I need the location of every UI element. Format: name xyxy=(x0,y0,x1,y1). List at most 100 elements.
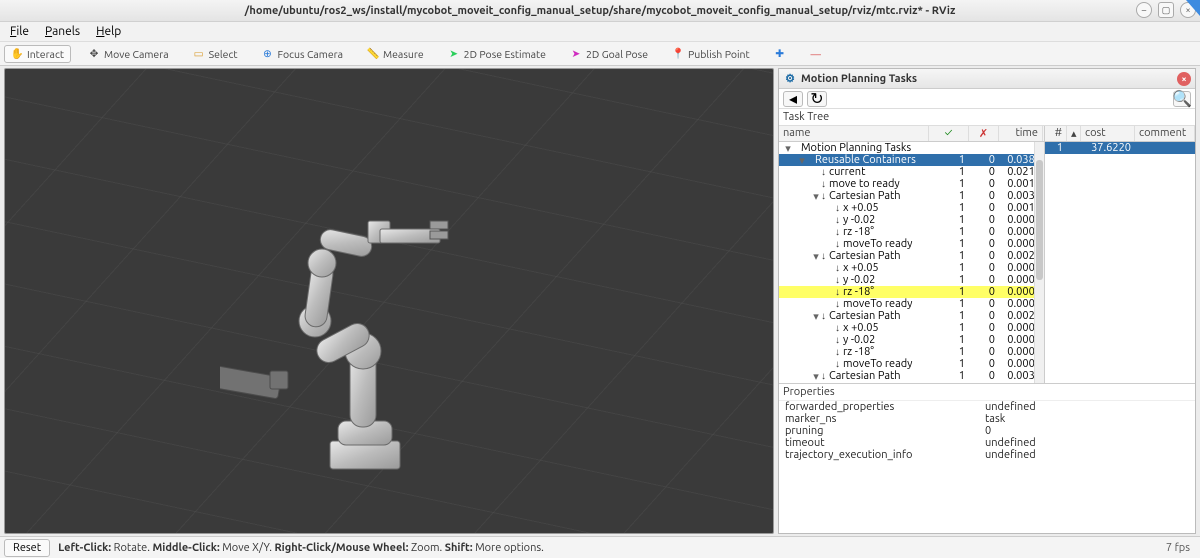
expander-icon[interactable]: ▾ xyxy=(811,250,821,263)
property-row[interactable]: trajectory_execution_infoundefined xyxy=(779,449,1195,461)
minus-icon: — xyxy=(810,48,822,60)
plus-icon: ✚ xyxy=(774,48,786,60)
task-row[interactable]: ↓ x +0.05100.0009 xyxy=(779,322,1044,334)
tool-2d-goal-pose[interactable]: ➤ 2D Goal Pose xyxy=(563,45,655,63)
task-row[interactable]: ↓ rz -18°100.0008 xyxy=(779,226,1044,238)
task-row[interactable]: ↓ current100.0211 xyxy=(779,166,1044,178)
col-ok[interactable]: ✓ xyxy=(929,126,969,141)
tool-add[interactable]: ✚ xyxy=(767,45,793,63)
task-row[interactable]: ↓ rz -18°100.0007 xyxy=(779,286,1044,298)
task-row[interactable]: ▾↓ Cartesian Path100.0028 xyxy=(779,310,1044,322)
refresh-icon: ↻ xyxy=(810,89,823,108)
tool-move-camera[interactable]: ✥ Move Camera xyxy=(81,45,176,63)
scroll-thumb[interactable] xyxy=(1036,160,1043,280)
task-fail: 0 xyxy=(969,214,999,226)
col-cost[interactable]: cost xyxy=(1081,126,1135,141)
col-time[interactable]: time xyxy=(999,126,1043,141)
expander-icon[interactable]: ▾ xyxy=(811,370,821,383)
property-row[interactable]: pruning0 xyxy=(779,425,1195,437)
sol-num: 1 xyxy=(1045,142,1067,154)
task-row[interactable]: ▾↓ Cartesian Path100.0032 xyxy=(779,370,1044,382)
properties-body[interactable]: forwarded_propertiesundefinedmarker_nsta… xyxy=(779,401,1195,533)
property-row[interactable]: marker_nstask xyxy=(779,413,1195,425)
prop-value: undefined xyxy=(985,449,1189,461)
task-row[interactable]: ↓ move to ready100.0012 xyxy=(779,178,1044,190)
window-buttons: – ▢ × xyxy=(1136,2,1196,18)
solutions-body[interactable]: 137.6220 xyxy=(1045,142,1195,383)
task-fail: 0 xyxy=(969,238,999,250)
task-row[interactable]: ↓ rz -18°100.0007 xyxy=(779,346,1044,358)
task-ok: 1 xyxy=(929,202,969,214)
action-prev-button[interactable]: ◂ xyxy=(783,91,803,107)
col-fail[interactable]: ✗ xyxy=(969,126,999,141)
task-ok: 1 xyxy=(929,166,969,178)
property-row[interactable]: timeoutundefined xyxy=(779,437,1195,449)
property-row[interactable]: forwarded_propertiesundefined xyxy=(779,401,1195,413)
task-row[interactable]: ↓ y -0.02100.0008 xyxy=(779,274,1044,286)
task-row[interactable]: ↓ x +0.05100.0008 xyxy=(779,262,1044,274)
panel-action-bar: ◂ ↻ 🔍 xyxy=(779,89,1195,109)
maximize-button[interactable]: ▢ xyxy=(1158,2,1174,18)
tool-publish-point[interactable]: 📍 Publish Point xyxy=(665,45,757,63)
task-row[interactable]: ▾ Motion Planning Tasks xyxy=(779,142,1044,154)
menu-help[interactable]: Help xyxy=(90,23,127,40)
task-ok: 1 xyxy=(929,250,969,262)
task-row[interactable]: ▾↓ Cartesian Path100.0037 xyxy=(779,190,1044,202)
zoom-button[interactable]: 🔍 xyxy=(1173,91,1191,107)
task-ok: 1 xyxy=(929,310,969,322)
task-fail: 0 xyxy=(969,226,999,238)
task-row[interactable]: ↓ moveTo ready100.0005 xyxy=(779,298,1044,310)
tool-select[interactable]: ▭ Select xyxy=(186,45,245,63)
prop-key: forwarded_properties xyxy=(785,401,985,413)
task-name: y -0.02 xyxy=(843,274,875,286)
menu-file[interactable]: File xyxy=(4,23,35,40)
window-title: /home/ubuntu/ros2_ws/install/mycobot_mov… xyxy=(245,5,956,17)
solutions-table[interactable]: # ▴ cost comment 137.6220 xyxy=(1045,126,1195,383)
prop-key: pruning xyxy=(785,425,985,437)
task-row[interactable]: ▾↓ Cartesian Path100.0027 xyxy=(779,250,1044,262)
tool-measure[interactable]: 📏 Measure xyxy=(360,45,431,63)
reset-button[interactable]: Reset xyxy=(4,539,50,557)
task-tree-table[interactable]: name ✓ ✗ time ▾ Motion Planning Tasks▾ R… xyxy=(779,126,1045,383)
tool-2d-pose-estimate[interactable]: ➤ 2D Pose Estimate xyxy=(441,45,553,63)
task-name: Cartesian Path xyxy=(829,370,901,382)
task-row[interactable]: ▾ Reusable Containers100.0383 xyxy=(779,154,1044,166)
expander-icon[interactable]: ▾ xyxy=(811,190,821,203)
expander-icon[interactable]: ▾ xyxy=(811,310,821,323)
arrow-down-icon: ↓ xyxy=(835,346,843,358)
col-num[interactable]: # xyxy=(1045,126,1067,141)
tool-remove[interactable]: — xyxy=(803,45,829,63)
task-row[interactable]: ↓ y -0.02100.0007 xyxy=(779,334,1044,346)
task-row[interactable]: ↓ y -0.02100.0007 xyxy=(779,214,1044,226)
task-row[interactable]: ↓ moveTo ready100.0004 xyxy=(779,358,1044,370)
task-name: moveTo ready xyxy=(843,298,913,310)
solution-row[interactable]: 137.6220 xyxy=(1045,142,1195,154)
col-name[interactable]: name xyxy=(779,126,929,141)
menu-panels[interactable]: Panels xyxy=(39,23,86,40)
col-comment[interactable]: comment xyxy=(1135,126,1195,141)
arrow-down-icon: ↓ xyxy=(835,214,843,226)
tool-interact[interactable]: ✋ Interact xyxy=(4,45,71,63)
col-sort-icon[interactable]: ▴ xyxy=(1067,126,1081,141)
arrow-down-icon: ↓ xyxy=(835,298,843,310)
tool-focus-camera[interactable]: ⊕ Focus Camera xyxy=(254,45,350,63)
prop-value: undefined xyxy=(985,401,1189,413)
task-ok: 1 xyxy=(929,274,969,286)
action-sync-button[interactable]: ↻ xyxy=(807,91,827,107)
task-fail: 0 xyxy=(969,274,999,286)
task-row[interactable]: ↓ moveTo ready100.0004 xyxy=(779,238,1044,250)
3d-viewport[interactable] xyxy=(4,68,774,534)
task-fail: 0 xyxy=(969,286,999,298)
prop-key: timeout xyxy=(785,437,985,449)
tree-scrollbar[interactable] xyxy=(1034,142,1044,383)
tool-measure-label: Measure xyxy=(383,48,424,60)
magnify-icon: 🔍 xyxy=(1172,89,1192,108)
task-row[interactable]: ↓ x +0.05100.0017 xyxy=(779,202,1044,214)
task-row[interactable]: ↓ x +0.05100.0008 xyxy=(779,382,1044,383)
panel-close-button[interactable]: × xyxy=(1177,72,1191,86)
minimize-button[interactable]: – xyxy=(1136,2,1152,18)
task-tree-body[interactable]: ▾ Motion Planning Tasks▾ Reusable Contai… xyxy=(779,142,1044,383)
tool-2d-pose-estimate-label: 2D Pose Estimate xyxy=(464,48,546,60)
expander-icon[interactable]: ▾ xyxy=(797,154,807,167)
arrow-down-icon: ↓ xyxy=(835,358,843,370)
